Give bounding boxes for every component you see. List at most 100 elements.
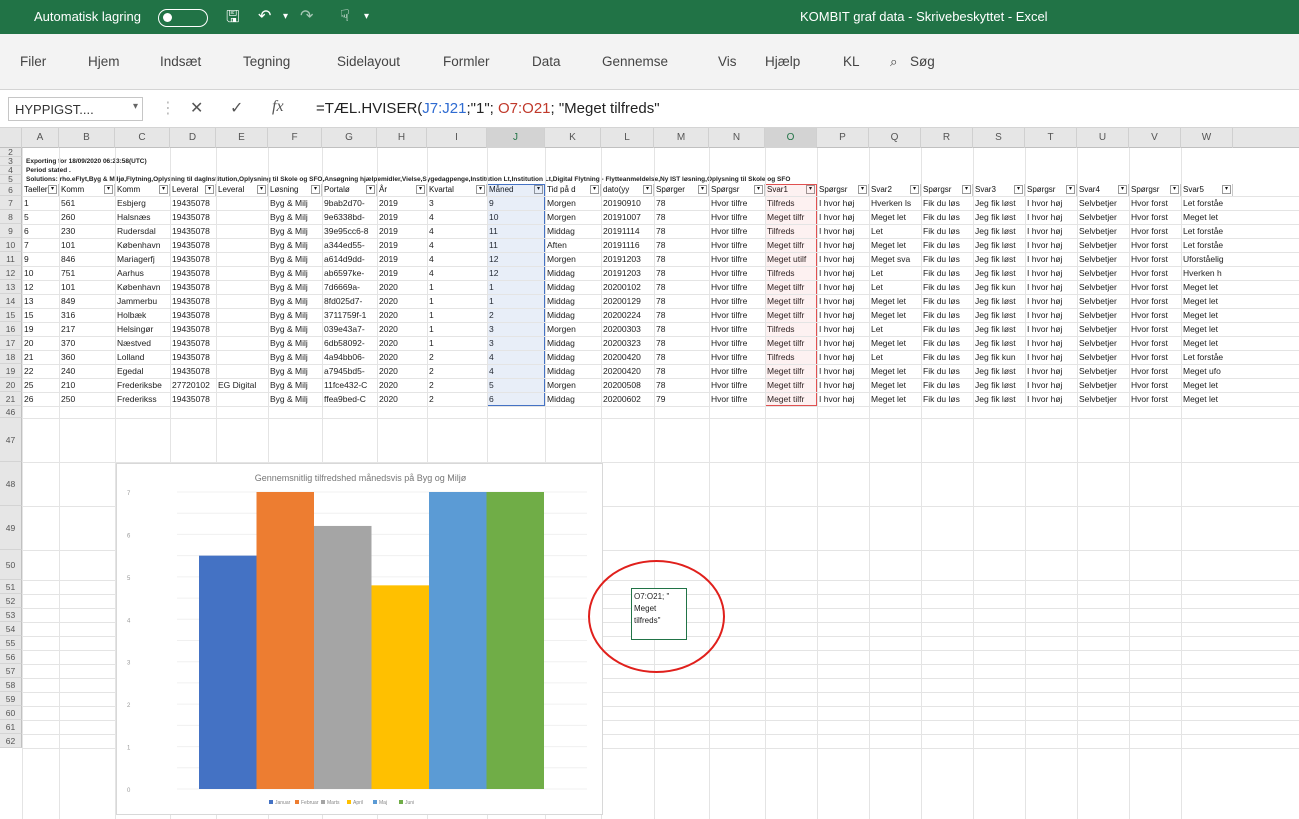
table-cell[interactable]: 79	[654, 393, 709, 406]
table-cell[interactable]: Fik du løs	[921, 197, 973, 210]
tab-data[interactable]: Data	[532, 54, 561, 69]
table-cell[interactable]	[216, 295, 268, 308]
table-cell[interactable]: 39e95cc6-8	[322, 225, 377, 238]
table-cell[interactable]: 78	[654, 211, 709, 224]
table-cell[interactable]: 1	[427, 281, 487, 294]
filter-dropdown-icon[interactable]: ▾	[1118, 185, 1127, 194]
table-cell[interactable]: 2	[427, 379, 487, 392]
row-header[interactable]: 52	[0, 594, 22, 608]
table-cell[interactable]: 19435078	[170, 211, 216, 224]
filter-dropdown-icon[interactable]: ▾	[48, 185, 57, 194]
filter-dropdown-icon[interactable]: ▾	[257, 185, 266, 194]
row-header[interactable]: 8	[0, 210, 22, 224]
table-cell[interactable]: I hvor høj	[1025, 323, 1077, 336]
table-header-cell[interactable]: Svar3 ▾	[973, 184, 1025, 196]
table-cell[interactable]: Hvor forst	[1129, 295, 1181, 308]
table-cell[interactable]: 2020	[377, 323, 427, 336]
column-header-i[interactable]: I	[427, 128, 487, 148]
table-cell[interactable]: 2	[427, 365, 487, 378]
table-cell[interactable]: Selvbetjer	[1077, 365, 1129, 378]
select-all-corner[interactable]	[0, 128, 22, 148]
table-cell[interactable]: 2019	[377, 239, 427, 252]
table-cell[interactable]: 19435078	[170, 225, 216, 238]
table-cell[interactable]: Meget let	[1181, 323, 1233, 336]
table-cell[interactable]: Hverken ls	[869, 197, 921, 210]
table-cell[interactable]: Holbæk	[115, 309, 170, 322]
column-header-u[interactable]: U	[1077, 128, 1129, 148]
table-cell[interactable]: Selvbetjer	[1077, 323, 1129, 336]
table-cell[interactable]: Selvbetjer	[1077, 337, 1129, 350]
table-cell[interactable]: Middag	[545, 295, 601, 308]
table-cell[interactable]: I hvor høj	[817, 337, 869, 350]
table-cell[interactable]: 78	[654, 323, 709, 336]
filter-dropdown-icon[interactable]: ▾	[366, 185, 375, 194]
table-cell[interactable]: Jeg fik kun	[973, 351, 1025, 364]
table-cell[interactable]: 561	[59, 197, 115, 210]
table-cell[interactable]: 22	[22, 365, 59, 378]
table-cell[interactable]: 19435078	[170, 351, 216, 364]
table-cell[interactable]: Jeg fik løst	[973, 295, 1025, 308]
table-cell[interactable]: Meget let	[869, 365, 921, 378]
table-cell[interactable]: Meget let	[869, 379, 921, 392]
row-header[interactable]: 54	[0, 622, 22, 636]
table-cell[interactable]: Meget let	[869, 211, 921, 224]
table-cell[interactable]: 5	[22, 211, 59, 224]
table-cell[interactable]: Hvor tilfre	[709, 309, 765, 322]
table-cell[interactable]: 78	[654, 295, 709, 308]
table-cell[interactable]: Hvor tilfre	[709, 379, 765, 392]
table-cell[interactable]: Fik du løs	[921, 225, 973, 238]
table-cell[interactable]: I hvor høj	[1025, 351, 1077, 364]
table-cell[interactable]: 20200420	[601, 351, 654, 364]
table-cell[interactable]: Jeg fik løst	[973, 197, 1025, 210]
filter-dropdown-icon[interactable]: ▾	[1170, 185, 1179, 194]
table-cell[interactable]: 20191007	[601, 211, 654, 224]
table-cell[interactable]: 8fd025d7-	[322, 295, 377, 308]
table-cell[interactable]: I hvor høj	[817, 211, 869, 224]
table-cell[interactable]: Fik du løs	[921, 337, 973, 350]
table-cell[interactable]: Byg & Milj	[268, 379, 322, 392]
table-cell[interactable]: Middag	[545, 365, 601, 378]
table-cell[interactable]: Fik du løs	[921, 267, 973, 280]
table-cell[interactable]: 2019	[377, 267, 427, 280]
table-cell[interactable]: I hvor høj	[1025, 211, 1077, 224]
row-header[interactable]: 20	[0, 378, 22, 392]
table-cell[interactable]: 19435078	[170, 197, 216, 210]
table-cell[interactable]: Let forståe	[1181, 225, 1233, 238]
tab-indsaet[interactable]: Indsæt	[160, 54, 201, 69]
row-header[interactable]: 53	[0, 608, 22, 622]
row-header[interactable]: 12	[0, 266, 22, 280]
filter-dropdown-icon[interactable]: ▾	[1014, 185, 1023, 194]
table-cell[interactable]: 20200420	[601, 365, 654, 378]
insert-function-icon[interactable]: fx	[272, 98, 284, 116]
table-cell[interactable]: Hvor tilfre	[709, 295, 765, 308]
table-cell[interactable]: Hvor tilfre	[709, 337, 765, 350]
row-header[interactable]: 47	[0, 418, 22, 462]
table-cell[interactable]: Selvbetjer	[1077, 225, 1129, 238]
filter-dropdown-icon[interactable]: ▾	[1066, 185, 1075, 194]
table-cell[interactable]: Byg & Milj	[268, 225, 322, 238]
table-cell[interactable]: Jeg fik løst	[973, 337, 1025, 350]
table-cell[interactable]: Let	[869, 225, 921, 238]
table-cell[interactable]: 316	[59, 309, 115, 322]
table-cell[interactable]: 26	[22, 393, 59, 406]
table-cell[interactable]: Hvor tilfre	[709, 365, 765, 378]
filter-dropdown-icon[interactable]: ▾	[754, 185, 763, 194]
table-cell[interactable]: 19435078	[170, 281, 216, 294]
table-cell[interactable]: Byg & Milj	[268, 351, 322, 364]
table-cell[interactable]: 2020	[377, 281, 427, 294]
table-cell[interactable]: Meget let	[1181, 295, 1233, 308]
search-box[interactable]: Søg	[910, 54, 935, 69]
table-cell[interactable]: Morgen	[545, 253, 601, 266]
table-cell[interactable]: Meget sva	[869, 253, 921, 266]
table-cell[interactable]: 20200602	[601, 393, 654, 406]
table-cell[interactable]	[216, 323, 268, 336]
table-cell[interactable]: Hvor tilfre	[709, 239, 765, 252]
row-header[interactable]: 21	[0, 392, 22, 406]
table-cell[interactable]: Morgen	[545, 197, 601, 210]
table-cell[interactable]: Aarhus	[115, 267, 170, 280]
table-cell[interactable]: 2	[427, 393, 487, 406]
filter-dropdown-icon[interactable]: ▾	[416, 185, 425, 194]
table-cell[interactable]: Hvor tilfre	[709, 253, 765, 266]
table-header-cell[interactable]: Spørgsr ▾	[817, 184, 869, 196]
table-cell[interactable]: I hvor høj	[1025, 239, 1077, 252]
